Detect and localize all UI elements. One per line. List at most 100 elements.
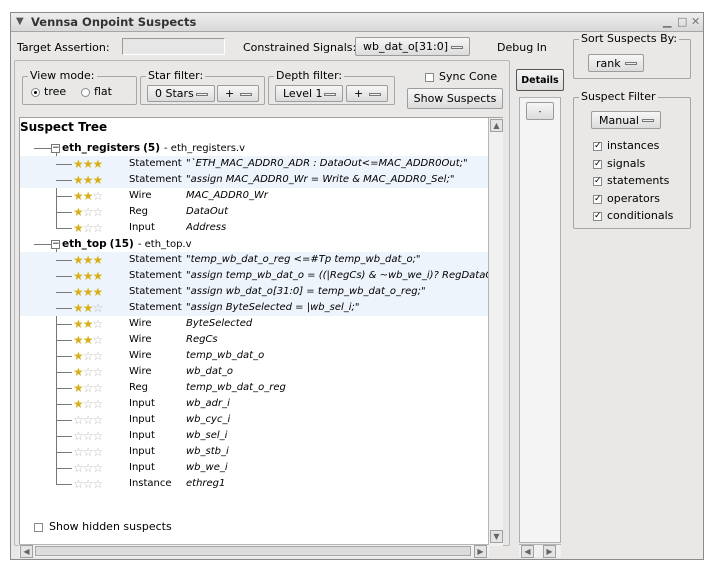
- show-hidden-checkbox[interactable]: [34, 523, 43, 532]
- flat-radio[interactable]: [81, 88, 90, 97]
- depth-filter-plus[interactable]: +: [346, 85, 388, 102]
- suspect-row[interactable]: ☆☆☆ Instance ethreg1: [20, 476, 490, 492]
- group-file: - eth_registers.v: [164, 143, 246, 154]
- horizontal-scroll-thumb[interactable]: [35, 546, 471, 556]
- tree-radio[interactable]: [31, 88, 40, 97]
- filter-conditionals-checkbox[interactable]: ✓: [593, 212, 602, 221]
- star-icon: ☆: [92, 301, 104, 315]
- filter-instances-checkbox[interactable]: ✓: [593, 142, 602, 151]
- scroll-right-icon[interactable]: ▶: [543, 545, 556, 558]
- scroll-right-icon[interactable]: ▶: [474, 545, 487, 558]
- suspects-window: ▼ Vennsa Onpoint Suspects ▁ □ ✕ Target A…: [10, 12, 704, 560]
- suspect-row[interactable]: ★☆☆ Reg temp_wb_dat_o_reg: [20, 380, 490, 396]
- maximize-icon[interactable]: □: [677, 15, 687, 28]
- dropdown-icon: [240, 92, 252, 96]
- suspect-description: wb_adr_i: [186, 398, 230, 409]
- suspect-description: wb_dat_o: [186, 366, 234, 377]
- suspect-row[interactable]: ★☆☆ Wire wb_dat_o: [20, 364, 490, 380]
- scroll-left-icon[interactable]: ◀: [521, 545, 534, 558]
- suspect-tree-pane[interactable]: Suspect Tree − eth_registers (5) - eth_regi…: [19, 117, 503, 546]
- star-icon: ☆: [82, 413, 94, 427]
- suspect-row[interactable]: ★☆☆ Wire temp_wb_dat_o: [20, 348, 490, 364]
- suspect-row[interactable]: ★☆☆ Input Address: [20, 220, 490, 236]
- star-icon: ☆: [92, 429, 104, 443]
- collapse-icon[interactable]: −: [51, 240, 60, 249]
- suspect-description: "assign wb_dat_o[31:0] = temp_wb_dat_o_r…: [186, 286, 426, 297]
- suspect-row[interactable]: ★★☆ Wire ByteSelected: [20, 316, 490, 332]
- filter-operators-checkbox[interactable]: ✓: [593, 194, 602, 204]
- show-suspects-button[interactable]: Show Suspects: [407, 88, 503, 109]
- suspect-row[interactable]: ☆☆☆ Input wb_we_i: [20, 460, 490, 476]
- view-mode-title: View mode:: [28, 69, 97, 82]
- target-assertion-field[interactable]: [122, 38, 225, 55]
- star-rating: ★☆☆: [73, 380, 103, 396]
- suspect-description: "assign MAC_ADDR0_Wr = Write & MAC_ADDR0…: [186, 174, 455, 185]
- sync-cone-checkbox[interactable]: [425, 73, 434, 82]
- star-icon: ★: [73, 397, 84, 411]
- sync-cone-label: Sync Cone: [439, 70, 498, 83]
- tree-connector: [56, 372, 72, 373]
- suspect-row[interactable]: ★☆☆ Reg DataOut: [20, 204, 490, 220]
- details-tab[interactable]: Details: [516, 69, 564, 91]
- suspect-row[interactable]: ☆☆☆ Input wb_stb_i: [20, 444, 490, 460]
- star-icon: ★: [82, 269, 94, 283]
- suspect-row[interactable]: ★★☆ Wire MAC_ADDR0_Wr: [20, 188, 490, 204]
- suspect-type: Wire: [129, 350, 152, 361]
- window-menu-icon[interactable]: ▼: [16, 16, 24, 27]
- suspect-row[interactable]: ★★★ Statement "assign MAC_ADDR0_Wr = Write…: [20, 172, 490, 188]
- details-horizontal-scrollbar[interactable]: ◀ ▶: [519, 544, 561, 558]
- sort-by-combo[interactable]: rank: [588, 54, 644, 72]
- details-pane[interactable]: -: [519, 97, 561, 543]
- tree-connector: [56, 180, 72, 181]
- dropdown-icon: [625, 62, 637, 65]
- star-rating: ★★★: [73, 284, 103, 300]
- filter-signals-checkbox[interactable]: ✓: [593, 159, 602, 169]
- tree-vertical-scrollbar[interactable]: ▲ ▼: [488, 118, 503, 546]
- star-icon: ☆: [73, 445, 84, 459]
- depth-filter-combo[interactable]: Level 1: [275, 85, 343, 102]
- tree-connector: [56, 484, 72, 485]
- scroll-up-icon[interactable]: ▲: [490, 119, 503, 132]
- star-filter-plus[interactable]: +: [217, 85, 259, 102]
- suspect-type: Wire: [129, 334, 152, 345]
- suspect-row[interactable]: ★★★ Statement "temp_wb_dat_o_reg <=#Tp tem…: [20, 252, 490, 268]
- view-mode-group: View mode: tree flat: [22, 69, 137, 105]
- tree-group-eth_top[interactable]: − eth_top (15) - eth_top.v: [20, 236, 490, 252]
- details-collapse-button[interactable]: -: [526, 102, 554, 120]
- suspect-row[interactable]: ★☆☆ Input wb_adr_i: [20, 396, 490, 412]
- constrained-signals-combo[interactable]: wb_dat_o[31:0]: [355, 37, 470, 56]
- filter-statements-checkbox[interactable]: ✓: [593, 177, 602, 186]
- suspect-row[interactable]: ★★☆ Wire RegCs: [20, 332, 490, 348]
- star-filter-combo[interactable]: 0 Stars: [147, 85, 215, 102]
- title-bar[interactable]: ▼ Vennsa Onpoint Suspects ▁ □ ✕: [11, 13, 703, 32]
- star-icon: ☆: [92, 413, 104, 427]
- suspect-filter-mode-combo[interactable]: Manual: [591, 111, 661, 129]
- star-rating: ★★☆: [73, 300, 104, 316]
- suspect-row[interactable]: ★★☆ Statement "assign ByteSelected = |wb_s…: [20, 300, 490, 316]
- scroll-down-icon[interactable]: ▼: [490, 530, 503, 543]
- tree-connector: [56, 276, 72, 277]
- tree-horizontal-scrollbar[interactable]: ◀ ▶: [19, 544, 489, 558]
- star-filter-value: 0 Stars: [155, 87, 194, 100]
- suspect-row[interactable]: ★★★ Statement "assign temp_wb_dat_o = ((|R…: [20, 268, 490, 284]
- scroll-left-icon[interactable]: ◀: [20, 545, 33, 558]
- suspect-row[interactable]: ☆☆☆ Input wb_sel_i: [20, 428, 490, 444]
- suspect-type: Statement: [129, 302, 182, 313]
- minimize-icon[interactable]: ▁: [663, 15, 671, 28]
- star-icon: ★: [82, 285, 94, 299]
- star-icon: ☆: [73, 429, 84, 443]
- suspect-row[interactable]: ☆☆☆ Input wb_cyc_i: [20, 412, 490, 428]
- suspect-row[interactable]: ★★★ Statement "`ETH_MAC_ADDR0_ADR : DataOu…: [20, 156, 490, 172]
- suspect-type: Wire: [129, 366, 152, 377]
- group-count: (5): [143, 142, 161, 154]
- close-icon[interactable]: ✕: [691, 15, 700, 28]
- depth-filter-plus-label: +: [354, 87, 364, 100]
- suspect-row[interactable]: ★★★ Statement "assign wb_dat_o[31:0] = tem…: [20, 284, 490, 300]
- depth-filter-group: Depth filter: Level 1 +: [268, 69, 395, 105]
- tree-group-eth_registers[interactable]: − eth_registers (5) - eth_registers.v: [20, 140, 490, 156]
- collapse-icon[interactable]: −: [51, 144, 60, 153]
- star-icon: ☆: [73, 413, 84, 427]
- star-icon: ☆: [92, 189, 104, 203]
- dropdown-icon: [196, 92, 208, 96]
- suspect-type: Input: [129, 398, 155, 409]
